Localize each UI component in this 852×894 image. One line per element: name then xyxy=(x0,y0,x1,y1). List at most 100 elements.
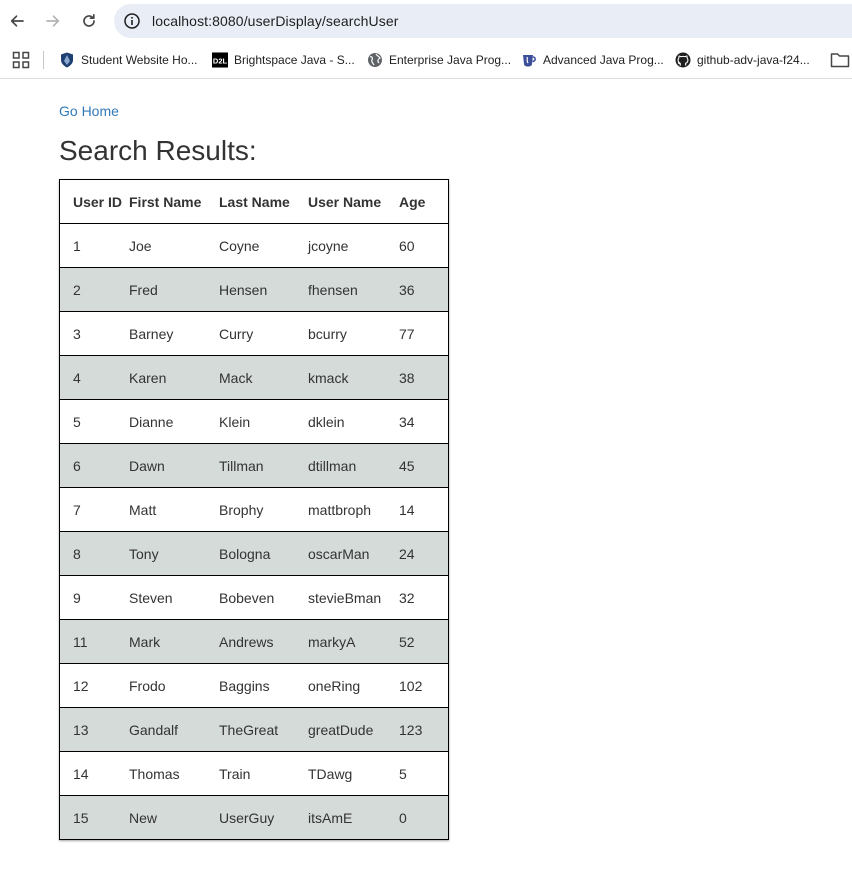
url-text[interactable]: localhost:8080/userDisplay/searchUser xyxy=(152,13,399,29)
cell-first-name: Matt xyxy=(129,487,219,532)
cell-user-id: 5 xyxy=(59,399,129,444)
reload-icon xyxy=(83,13,95,27)
cell-user-id: 11 xyxy=(59,619,129,664)
cell-user-id: 6 xyxy=(59,443,129,488)
cell-user-name: bcurry xyxy=(308,311,399,356)
back-button[interactable] xyxy=(5,9,29,33)
cell-age: 52 xyxy=(399,619,449,664)
cell-age: 14 xyxy=(399,487,449,532)
cell-user-name: dtillman xyxy=(308,443,399,488)
cell-last-name: Curry xyxy=(219,311,308,356)
cell-first-name: Karen xyxy=(129,355,219,400)
reload-button[interactable] xyxy=(77,9,101,33)
cell-age: 34 xyxy=(399,399,449,444)
cell-user-id: 12 xyxy=(59,663,129,708)
cell-first-name: Dawn xyxy=(129,443,219,488)
cell-user-name: kmack xyxy=(308,355,399,400)
bookmark-enterprise-java[interactable]: Enterprise Java Prog... xyxy=(367,50,511,70)
cell-first-name: Tony xyxy=(129,531,219,576)
cell-last-name: UserGuy xyxy=(219,795,308,840)
github-icon xyxy=(675,52,691,68)
table-row: 13 Gandalf TheGreat greatDude 123 xyxy=(59,707,449,752)
d2l-icon: D2L xyxy=(212,52,228,68)
cell-last-name: Coyne xyxy=(219,223,308,268)
table-row: 9 Steven Bobeven stevieBman 32 xyxy=(59,575,449,620)
coffee-icon xyxy=(521,52,537,68)
table-row: 1 Joe Coyne jcoyne 60 xyxy=(59,223,449,268)
cell-age: 32 xyxy=(399,575,449,620)
column-header-user-id: User ID xyxy=(59,179,129,224)
page-content: Go Home Search Results: User ID First Na… xyxy=(0,79,852,894)
cell-user-name: greatDude xyxy=(308,707,399,752)
cell-user-name: jcoyne xyxy=(308,223,399,268)
cell-user-name: fhensen xyxy=(308,267,399,312)
cell-first-name: Fred xyxy=(129,267,219,312)
page-title: Search Results: xyxy=(59,135,257,166)
browser-toolbar: localhost:8080/userDisplay/searchUser xyxy=(0,0,852,42)
cell-age: 38 xyxy=(399,355,449,400)
bookmarks-separator xyxy=(43,51,44,69)
bookmark-label: Enterprise Java Prog... xyxy=(389,53,512,67)
cell-last-name: Klein xyxy=(219,399,308,444)
cell-user-id: 2 xyxy=(59,267,129,312)
table-row: 3 Barney Curry bcurry 77 xyxy=(59,311,449,356)
cell-last-name: Bologna xyxy=(219,531,308,576)
cell-first-name: Mark xyxy=(129,619,219,664)
cell-user-name: markyA xyxy=(308,619,399,664)
cell-last-name: Mack xyxy=(219,355,308,400)
bookmark-label: github-adv-java-f24... xyxy=(697,53,810,67)
apps-grid-icon[interactable] xyxy=(12,51,30,69)
cell-first-name: Joe xyxy=(129,223,219,268)
table-row: 15 New UserGuy itsAmE 0 xyxy=(59,795,449,840)
table-row: 8 Tony Bologna oscarMan 24 xyxy=(59,531,449,576)
table-row: 2 Fred Hensen fhensen 36 xyxy=(59,267,449,312)
cell-age: 45 xyxy=(399,443,449,488)
site-info-icon[interactable] xyxy=(123,12,141,30)
cell-last-name: Train xyxy=(219,751,308,796)
cell-last-name: Brophy xyxy=(219,487,308,532)
bookmark-advanced-java[interactable]: Advanced Java Prog... xyxy=(521,50,664,70)
table-row: 11 Mark Andrews markyA 52 xyxy=(59,619,449,664)
cell-user-id: 4 xyxy=(59,355,129,400)
column-header-age: Age xyxy=(399,179,449,224)
cell-user-name: stevieBman xyxy=(308,575,399,620)
shield-icon xyxy=(59,52,75,68)
cell-user-id: 8 xyxy=(59,531,129,576)
column-header-first-name: First Name xyxy=(129,179,219,224)
arrow-left-icon xyxy=(10,15,24,27)
go-home-link[interactable]: Go Home xyxy=(59,103,119,119)
cell-first-name: Barney xyxy=(129,311,219,356)
table-header-row: User ID First Name Last Name User Name A… xyxy=(59,179,449,224)
cell-first-name: Gandalf xyxy=(129,707,219,752)
cell-last-name: Andrews xyxy=(219,619,308,664)
address-bar[interactable]: localhost:8080/userDisplay/searchUser xyxy=(114,4,852,38)
table-row: 12 Frodo Baggins oneRing 102 xyxy=(59,663,449,708)
bookmark-brightspace[interactable]: D2L Brightspace Java - S... xyxy=(212,50,355,70)
cell-last-name: Bobeven xyxy=(219,575,308,620)
arrow-right-icon xyxy=(46,15,60,27)
forward-button[interactable] xyxy=(41,9,65,33)
globe-icon xyxy=(367,52,383,68)
cell-user-name: dklein xyxy=(308,399,399,444)
cell-age: 24 xyxy=(399,531,449,576)
folder-icon[interactable] xyxy=(830,51,850,69)
table-row: 5 Dianne Klein dklein 34 xyxy=(59,399,449,444)
column-header-user-name: User Name xyxy=(308,179,399,224)
cell-user-id: 9 xyxy=(59,575,129,620)
cell-age: 102 xyxy=(399,663,449,708)
table-row: 4 Karen Mack kmack 38 xyxy=(59,355,449,400)
bookmark-label: Brightspace Java - S... xyxy=(234,53,355,67)
bookmark-label: Student Website Ho... xyxy=(81,53,198,67)
cell-user-id: 14 xyxy=(59,751,129,796)
bookmark-github[interactable]: github-adv-java-f24... xyxy=(675,50,810,70)
cell-last-name: Hensen xyxy=(219,267,308,312)
cell-age: 36 xyxy=(399,267,449,312)
bookmark-label: Advanced Java Prog... xyxy=(543,53,664,67)
cell-first-name: Steven xyxy=(129,575,219,620)
cell-user-name: mattbroph xyxy=(308,487,399,532)
cell-user-id: 3 xyxy=(59,311,129,356)
table-row: 14 Thomas Train TDawg 5 xyxy=(59,751,449,796)
table-row: 7 Matt Brophy mattbroph 14 xyxy=(59,487,449,532)
cell-last-name: TheGreat xyxy=(219,707,308,752)
bookmark-student-website[interactable]: Student Website Ho... xyxy=(59,50,198,70)
